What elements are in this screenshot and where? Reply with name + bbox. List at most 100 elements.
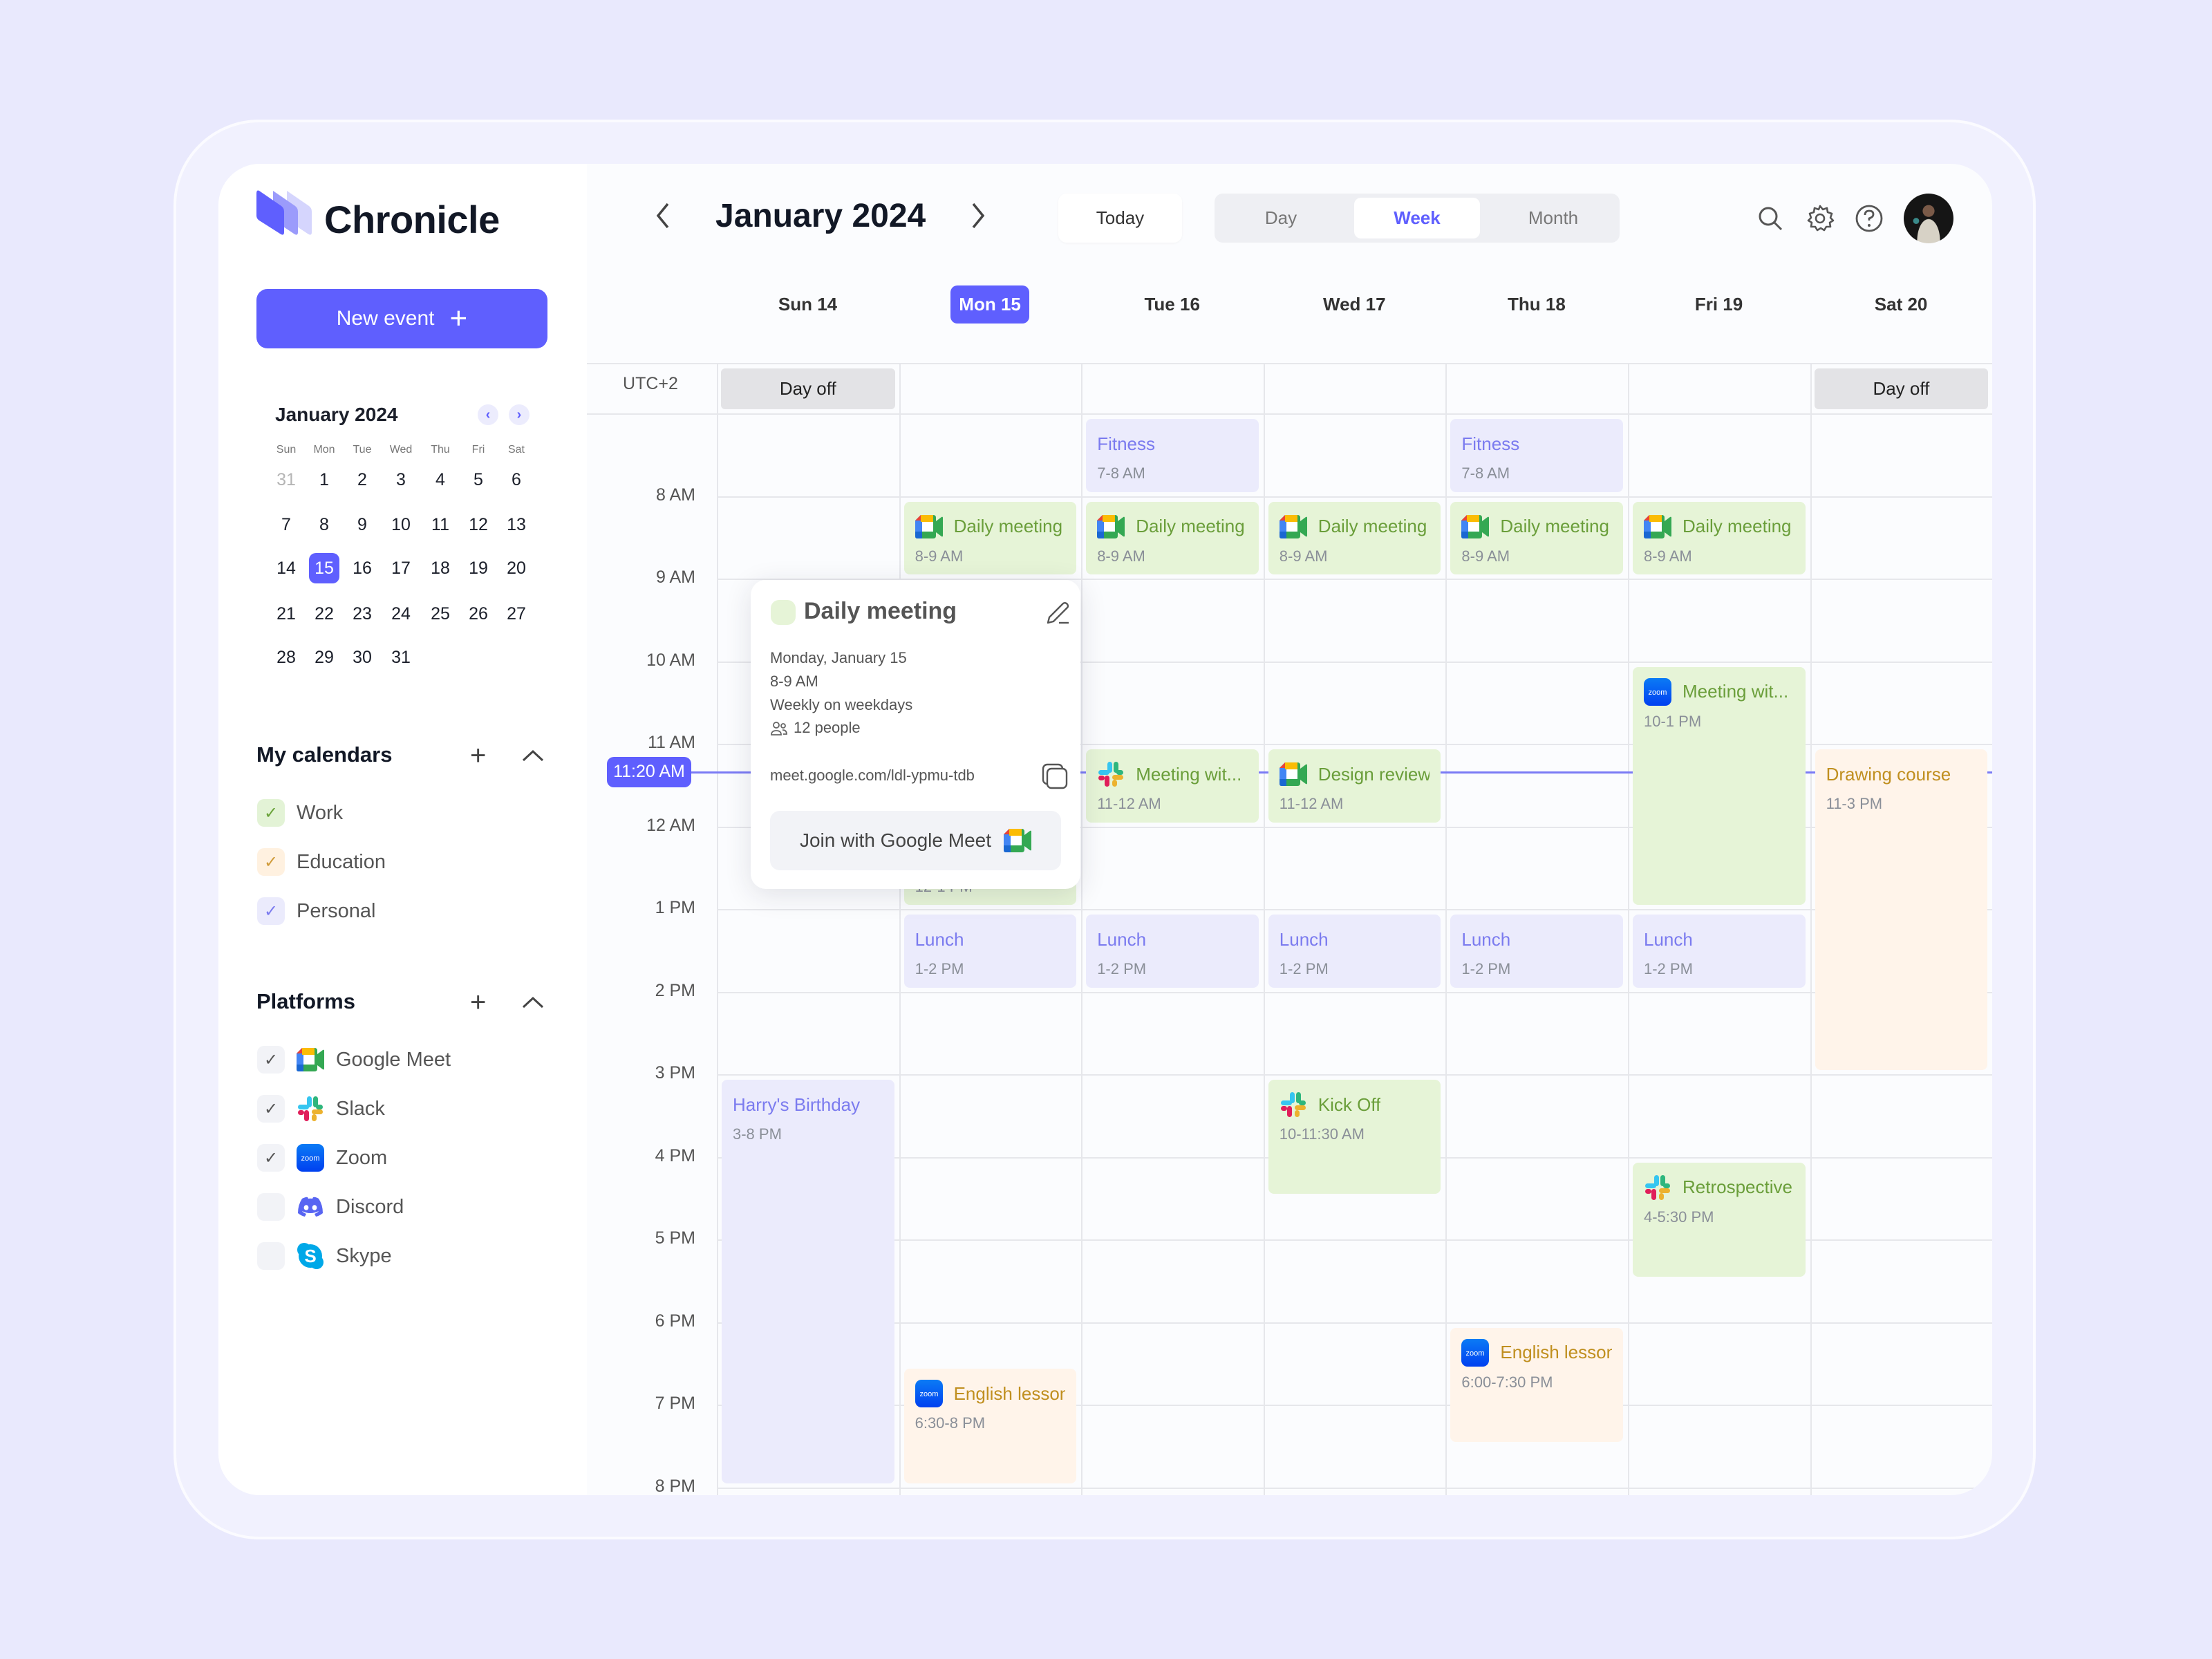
mini-calendar-day[interactable]: 31 [271,465,301,495]
event-card[interactable]: Lunch 1-2 PM [1086,915,1259,988]
event-card[interactable]: Drawing course 11-3 PM [1815,749,1988,1070]
gear-icon[interactable] [1805,203,1835,234]
all-day-event-day-off[interactable]: Day off [721,368,895,409]
day-header-4[interactable]: Thu 18 [1445,285,1627,324]
mini-calendar-day[interactable]: 15 [309,553,339,583]
copy-icon[interactable] [1041,762,1069,790]
event-card[interactable]: Lunch 1-2 PM [1633,915,1806,988]
mini-calendar-prev-button[interactable]: ‹ [478,404,498,425]
mini-calendar-day[interactable]: 11 [425,509,456,540]
mini-calendar-day[interactable]: 4 [425,465,456,495]
mini-calendar-day[interactable]: 9 [347,509,377,540]
event-card[interactable]: Daily meeting 8-9 AM [1450,501,1623,574]
event-card[interactable]: Fitness 7-8 AM [1450,419,1623,492]
mini-calendar-day[interactable]: 26 [463,599,494,629]
mini-calendar-day[interactable]: 5 [463,465,494,495]
event-card[interactable]: Daily meeting 8-9 AM [1633,501,1806,574]
event-time: 8-9 AM [1097,547,1145,565]
day-header-0[interactable]: Sun 14 [717,285,899,324]
calendar-checkbox-work[interactable]: ✓ [257,799,285,827]
mini-calendar-day[interactable]: 1 [309,465,339,495]
mini-calendar-day[interactable]: 14 [271,553,301,583]
mini-calendar-next-button[interactable]: › [509,404,529,425]
svg-text:zoom: zoom [1649,688,1667,697]
day-header-2[interactable]: Tue 16 [1081,285,1263,324]
platform-checkbox-slack[interactable]: ✓ [257,1095,285,1123]
mini-calendar-day[interactable]: 20 [501,553,532,583]
hour-label: 2 PM [655,980,695,1000]
mini-calendar-day[interactable]: 22 [309,599,339,629]
mini-calendar-day[interactable]: 24 [386,599,416,629]
event-card[interactable]: Daily meeting 8-9 AM [903,501,1077,574]
mini-calendar-day[interactable]: 21 [271,599,301,629]
all-day-event-day-off[interactable]: Day off [1814,368,1989,409]
mini-calendar-day[interactable]: 10 [386,509,416,540]
mini-calendar-day[interactable]: 27 [501,599,532,629]
all-day-top-divider [587,363,1992,364]
help-icon[interactable] [1854,203,1884,234]
mini-calendar-day[interactable]: 25 [425,599,456,629]
mini-calendar-day[interactable]: 3 [386,465,416,495]
mini-calendar-day[interactable]: 17 [386,553,416,583]
event-card[interactable]: zoom English lesson 6:00-7:30 PM [1450,1327,1623,1442]
add-calendar-button[interactable]: + [470,742,486,769]
day-column-divider [1810,363,1812,1495]
mini-calendar-day[interactable]: 18 [425,553,456,583]
event-time: 8-9 AM [1279,547,1328,565]
mini-calendar-day[interactable]: 31 [386,642,416,673]
platform-checkbox-discord[interactable] [257,1193,285,1221]
edit-pencil-icon[interactable] [1045,601,1070,626]
mini-calendar-day[interactable]: 12 [463,509,494,540]
add-platform-button[interactable]: + [470,988,486,1016]
hour-label: 8 PM [655,1476,695,1496]
event-card[interactable]: Retrospective 4-5:30 PM [1633,1162,1806,1277]
platform-checkbox-skype[interactable] [257,1242,285,1270]
platform-checkbox-zoom[interactable]: ✓ [257,1144,285,1172]
join-google-meet-button[interactable]: Join with Google Meet [770,811,1061,870]
tab-day[interactable]: Day [1219,198,1343,238]
day-header-1[interactable]: Mon 15 [899,285,1081,324]
collapse-platforms-chevron-up-icon[interactable] [521,995,545,1011]
event-card[interactable]: Lunch 1-2 PM [1450,915,1623,988]
mini-calendar-day[interactable]: 2 [347,465,377,495]
tab-month[interactable]: Month [1491,198,1615,238]
platform-checkbox-google-meet[interactable]: ✓ [257,1046,285,1074]
event-card[interactable]: Meeting wit... 11-12 AM [1086,749,1259,823]
mini-calendar-day[interactable]: 30 [347,642,377,673]
popover-meeting-link[interactable]: meet.google.com/ldl-ypmu-tdb [770,767,975,785]
mini-calendar-day[interactable]: 29 [309,642,339,673]
mini-calendar-day[interactable]: 19 [463,553,494,583]
event-card[interactable]: Design review 11-12 AM [1268,749,1441,823]
calendar-checkbox-education[interactable]: ✓ [257,848,285,876]
event-card[interactable]: Lunch 1-2 PM [903,915,1077,988]
event-card[interactable]: Lunch 1-2 PM [1268,915,1441,988]
collapse-calendars-chevron-up-icon[interactable] [521,748,545,765]
day-header-6[interactable]: Sat 20 [1810,285,1992,324]
hour-line [717,413,1992,415]
user-avatar[interactable] [1904,194,1953,243]
tab-week[interactable]: Week [1354,198,1480,238]
mini-calendar-day[interactable]: 28 [271,642,301,673]
day-header-3[interactable]: Wed 17 [1264,285,1445,324]
event-card[interactable]: Kick Off 10-11:30 AM [1268,1080,1441,1194]
next-week-button[interactable] [968,198,988,241]
event-card[interactable]: zoom Meeting wit... 10-1 PM [1633,666,1806,905]
mini-calendar-day[interactable]: 6 [501,465,532,495]
new-event-button[interactable]: New event + [256,289,547,348]
calendar-checkbox-personal[interactable]: ✓ [257,897,285,925]
day-header-5[interactable]: Fri 19 [1628,285,1810,324]
mini-calendar-day[interactable]: 23 [347,599,377,629]
hour-label: 9 AM [656,568,695,587]
event-card[interactable]: Harry's Birthday 3-8 PM [722,1080,894,1483]
mini-calendar-day[interactable]: 16 [347,553,377,583]
today-button[interactable]: Today [1058,194,1182,243]
prev-week-button[interactable] [653,198,673,241]
event-card[interactable]: zoom English lesson 6:30-8 PM [903,1369,1077,1483]
event-card[interactable]: Daily meeting 8-9 AM [1268,501,1441,574]
search-icon[interactable] [1755,203,1785,234]
mini-calendar-day[interactable]: 7 [271,509,301,540]
event-card[interactable]: Daily meeting 8-9 AM [1086,501,1259,574]
mini-calendar-day[interactable]: 13 [501,509,532,540]
event-card[interactable]: Fitness 7-8 AM [1086,419,1259,492]
mini-calendar-day[interactable]: 8 [309,509,339,540]
